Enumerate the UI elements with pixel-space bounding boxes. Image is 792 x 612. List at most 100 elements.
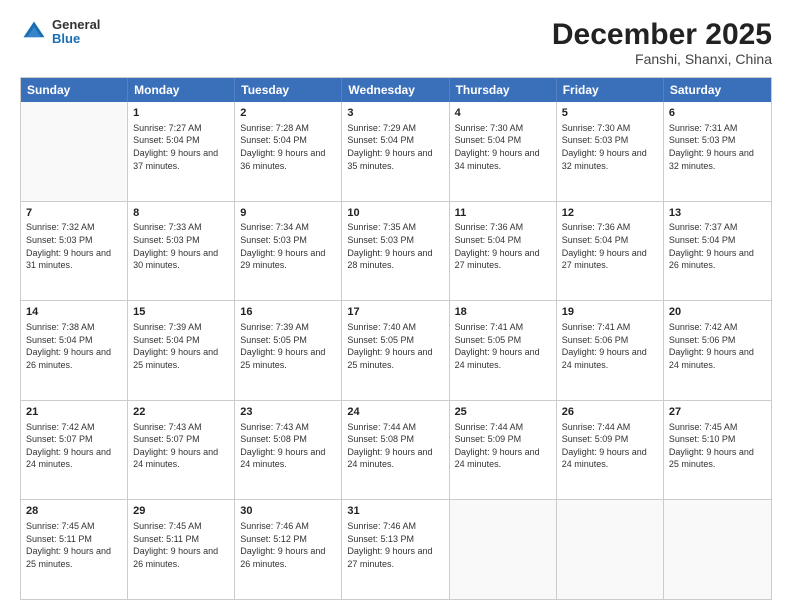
cell-info: Sunrise: 7:32 AMSunset: 5:03 PMDaylight:… <box>26 221 122 271</box>
cell-info: Sunrise: 7:33 AMSunset: 5:03 PMDaylight:… <box>133 221 229 271</box>
logo-icon <box>20 18 48 46</box>
day-number: 25 <box>455 405 551 420</box>
cell-info: Sunrise: 7:43 AMSunset: 5:08 PMDaylight:… <box>240 421 336 471</box>
calendar-cell: 12Sunrise: 7:36 AMSunset: 5:04 PMDayligh… <box>557 202 664 301</box>
header-monday: Monday <box>128 78 235 102</box>
day-number: 24 <box>347 405 443 420</box>
logo: General Blue <box>20 18 100 47</box>
calendar-cell: 20Sunrise: 7:42 AMSunset: 5:06 PMDayligh… <box>664 301 771 400</box>
calendar-row: 14Sunrise: 7:38 AMSunset: 5:04 PMDayligh… <box>21 300 771 400</box>
day-number: 4 <box>455 106 551 121</box>
calendar-cell: 25Sunrise: 7:44 AMSunset: 5:09 PMDayligh… <box>450 401 557 500</box>
calendar-cell <box>450 500 557 599</box>
cell-info: Sunrise: 7:44 AMSunset: 5:09 PMDaylight:… <box>455 421 551 471</box>
calendar-cell: 21Sunrise: 7:42 AMSunset: 5:07 PMDayligh… <box>21 401 128 500</box>
cell-info: Sunrise: 7:36 AMSunset: 5:04 PMDaylight:… <box>562 221 658 271</box>
cell-info: Sunrise: 7:41 AMSunset: 5:06 PMDaylight:… <box>562 321 658 371</box>
cell-info: Sunrise: 7:44 AMSunset: 5:09 PMDaylight:… <box>562 421 658 471</box>
day-number: 13 <box>669 206 766 221</box>
day-number: 14 <box>26 305 122 320</box>
day-number: 20 <box>669 305 766 320</box>
cell-info: Sunrise: 7:45 AMSunset: 5:11 PMDaylight:… <box>133 520 229 570</box>
day-number: 16 <box>240 305 336 320</box>
calendar-cell: 30Sunrise: 7:46 AMSunset: 5:12 PMDayligh… <box>235 500 342 599</box>
cell-info: Sunrise: 7:36 AMSunset: 5:04 PMDaylight:… <box>455 221 551 271</box>
day-number: 18 <box>455 305 551 320</box>
calendar-cell: 2Sunrise: 7:28 AMSunset: 5:04 PMDaylight… <box>235 102 342 201</box>
day-number: 29 <box>133 504 229 519</box>
calendar-cell: 6Sunrise: 7:31 AMSunset: 5:03 PMDaylight… <box>664 102 771 201</box>
calendar-row: 1Sunrise: 7:27 AMSunset: 5:04 PMDaylight… <box>21 102 771 201</box>
logo-text: General Blue <box>52 18 100 47</box>
calendar-cell: 15Sunrise: 7:39 AMSunset: 5:04 PMDayligh… <box>128 301 235 400</box>
logo-blue-text: Blue <box>52 32 100 46</box>
cell-info: Sunrise: 7:30 AMSunset: 5:04 PMDaylight:… <box>455 122 551 172</box>
calendar-cell: 16Sunrise: 7:39 AMSunset: 5:05 PMDayligh… <box>235 301 342 400</box>
cell-info: Sunrise: 7:34 AMSunset: 5:03 PMDaylight:… <box>240 221 336 271</box>
cell-info: Sunrise: 7:45 AMSunset: 5:10 PMDaylight:… <box>669 421 766 471</box>
calendar-cell: 10Sunrise: 7:35 AMSunset: 5:03 PMDayligh… <box>342 202 449 301</box>
calendar-row: 28 Sunrise: 7:45 AMSunset: 5:11 PMDayligh… <box>21 499 771 599</box>
header-wednesday: Wednesday <box>342 78 449 102</box>
cell-info: Sunrise: 7:43 AMSunset: 5:07 PMDaylight:… <box>133 421 229 471</box>
day-number: 6 <box>669 106 766 121</box>
cell-info: Sunrise: 7:38 AMSunset: 5:04 PMDaylight:… <box>26 321 122 371</box>
calendar-cell: 23Sunrise: 7:43 AMSunset: 5:08 PMDayligh… <box>235 401 342 500</box>
day-number: 7 <box>26 206 122 221</box>
cell-info: Sunrise: 7:42 AMSunset: 5:07 PMDaylight:… <box>26 421 122 471</box>
calendar-header: Sunday Monday Tuesday Wednesday Thursday… <box>21 78 771 102</box>
calendar-cell: 26Sunrise: 7:44 AMSunset: 5:09 PMDayligh… <box>557 401 664 500</box>
calendar-cell: 1Sunrise: 7:27 AMSunset: 5:04 PMDaylight… <box>128 102 235 201</box>
cell-info: Sunrise: 7:46 AMSunset: 5:13 PMDaylight:… <box>347 520 443 570</box>
day-number: 22 <box>133 405 229 420</box>
calendar: Sunday Monday Tuesday Wednesday Thursday… <box>20 77 772 600</box>
header-friday: Friday <box>557 78 664 102</box>
calendar-cell: 22Sunrise: 7:43 AMSunset: 5:07 PMDayligh… <box>128 401 235 500</box>
cell-info: Sunrise: 7:35 AMSunset: 5:03 PMDaylight:… <box>347 221 443 271</box>
location-subtitle: Fanshi, Shanxi, China <box>552 51 772 67</box>
month-title: December 2025 <box>552 18 772 51</box>
day-number: 19 <box>562 305 658 320</box>
calendar-cell <box>664 500 771 599</box>
calendar-row: 21Sunrise: 7:42 AMSunset: 5:07 PMDayligh… <box>21 400 771 500</box>
day-number: 27 <box>669 405 766 420</box>
calendar-cell: 14Sunrise: 7:38 AMSunset: 5:04 PMDayligh… <box>21 301 128 400</box>
day-number: 12 <box>562 206 658 221</box>
day-number: 5 <box>562 106 658 121</box>
logo-general-text: General <box>52 18 100 32</box>
calendar-cell <box>557 500 664 599</box>
day-number: 10 <box>347 206 443 221</box>
cell-info: Sunrise: 7:29 AMSunset: 5:04 PMDaylight:… <box>347 122 443 172</box>
cell-info: Sunrise: 7:44 AMSunset: 5:08 PMDaylight:… <box>347 421 443 471</box>
calendar-cell: 31Sunrise: 7:46 AMSunset: 5:13 PMDayligh… <box>342 500 449 599</box>
day-number: 31 <box>347 504 443 519</box>
calendar-cell: 11Sunrise: 7:36 AMSunset: 5:04 PMDayligh… <box>450 202 557 301</box>
cell-info: Sunrise: 7:31 AMSunset: 5:03 PMDaylight:… <box>669 122 766 172</box>
calendar-body: 1Sunrise: 7:27 AMSunset: 5:04 PMDaylight… <box>21 102 771 599</box>
page: General Blue December 2025 Fanshi, Shanx… <box>0 0 792 612</box>
cell-info: Sunrise: 7:41 AMSunset: 5:05 PMDaylight:… <box>455 321 551 371</box>
header-tuesday: Tuesday <box>235 78 342 102</box>
cell-info: Sunrise: 7:30 AMSunset: 5:03 PMDaylight:… <box>562 122 658 172</box>
cell-info: Sunrise: 7:27 AMSunset: 5:04 PMDaylight:… <box>133 122 229 172</box>
cell-info: Sunrise: 7:40 AMSunset: 5:05 PMDaylight:… <box>347 321 443 371</box>
calendar-cell: 3Sunrise: 7:29 AMSunset: 5:04 PMDaylight… <box>342 102 449 201</box>
day-number: 28 <box>26 504 122 519</box>
calendar-cell <box>21 102 128 201</box>
header-thursday: Thursday <box>450 78 557 102</box>
calendar-cell: 8Sunrise: 7:33 AMSunset: 5:03 PMDaylight… <box>128 202 235 301</box>
cell-info: Sunrise: 7:39 AMSunset: 5:04 PMDaylight:… <box>133 321 229 371</box>
day-number: 23 <box>240 405 336 420</box>
day-number: 26 <box>562 405 658 420</box>
header-sunday: Sunday <box>21 78 128 102</box>
cell-info: Sunrise: 7:46 AMSunset: 5:12 PMDaylight:… <box>240 520 336 570</box>
day-number: 11 <box>455 206 551 221</box>
cell-info: Sunrise: 7:28 AMSunset: 5:04 PMDaylight:… <box>240 122 336 172</box>
calendar-cell: 17Sunrise: 7:40 AMSunset: 5:05 PMDayligh… <box>342 301 449 400</box>
calendar-cell: 18Sunrise: 7:41 AMSunset: 5:05 PMDayligh… <box>450 301 557 400</box>
calendar-cell: 27Sunrise: 7:45 AMSunset: 5:10 PMDayligh… <box>664 401 771 500</box>
day-number: 9 <box>240 206 336 221</box>
cell-info: Sunrise: 7:37 AMSunset: 5:04 PMDaylight:… <box>669 221 766 271</box>
day-number: 1 <box>133 106 229 121</box>
calendar-cell: 9Sunrise: 7:34 AMSunset: 5:03 PMDaylight… <box>235 202 342 301</box>
